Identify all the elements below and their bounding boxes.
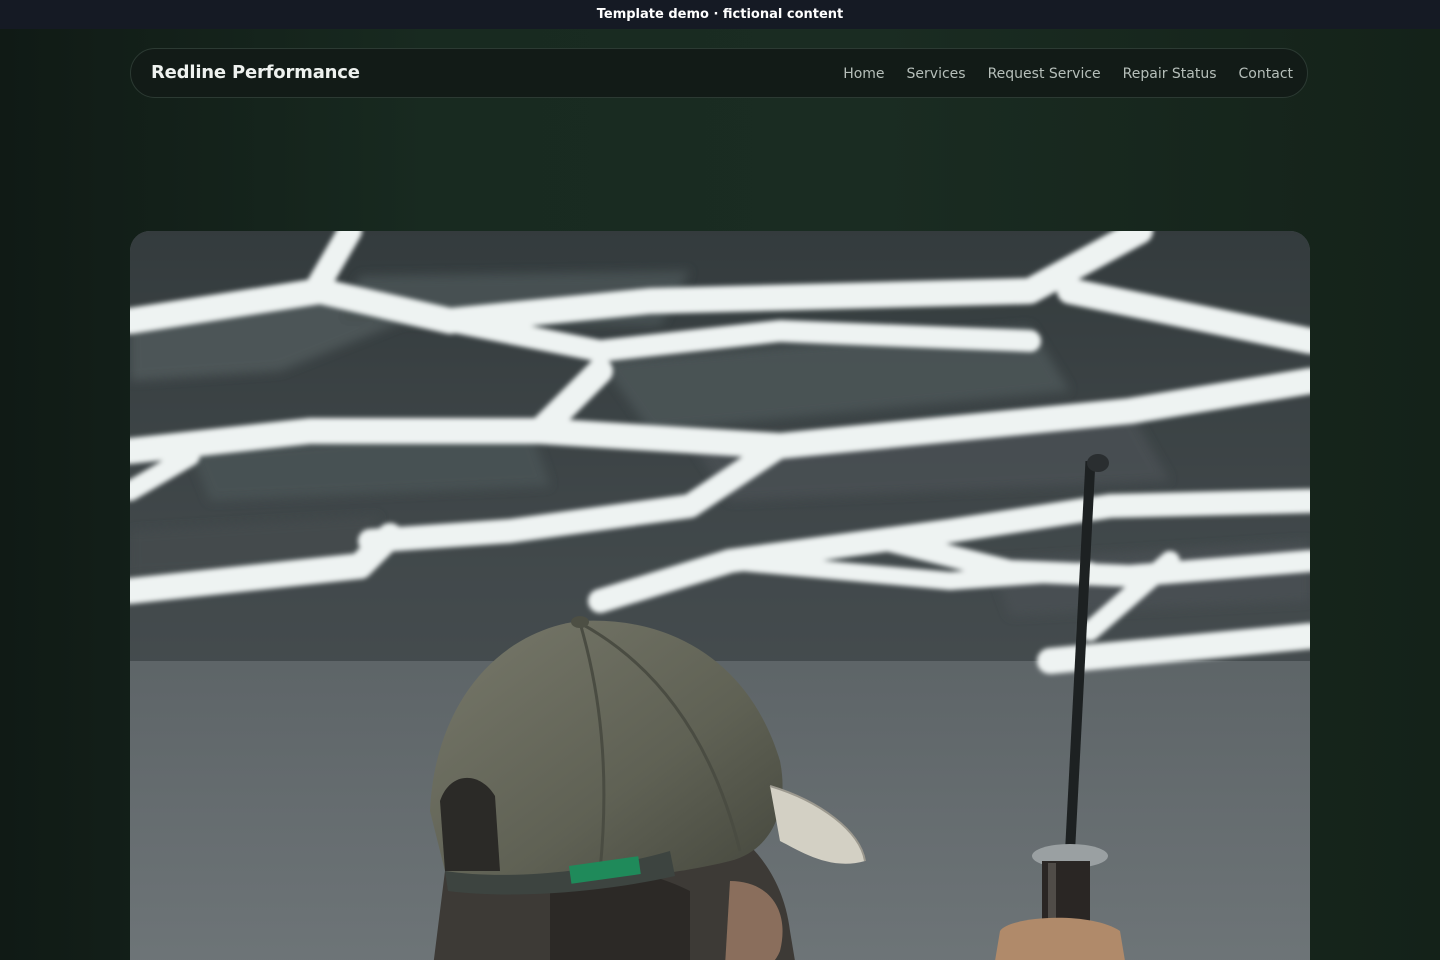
nav-link-repair-status[interactable]: Repair Status bbox=[1123, 66, 1217, 82]
nav-link-request-service[interactable]: Request Service bbox=[988, 66, 1101, 82]
demo-banner-text: Template demo · fictional content bbox=[596, 7, 844, 22]
nav-link-services[interactable]: Services bbox=[907, 66, 966, 82]
primary-nav: Home Services Request Service Repair Sta… bbox=[843, 49, 1293, 99]
site-navbar: Redline Performance Home Services Reques… bbox=[130, 48, 1308, 98]
brand-logo-text[interactable]: Redline Performance bbox=[151, 49, 360, 99]
hero-image bbox=[130, 231, 1310, 960]
nav-link-contact[interactable]: Contact bbox=[1239, 66, 1293, 82]
demo-banner: Template demo · fictional content bbox=[0, 0, 1440, 29]
hero-photo-illustration bbox=[130, 231, 1310, 960]
nav-link-home[interactable]: Home bbox=[843, 66, 884, 82]
